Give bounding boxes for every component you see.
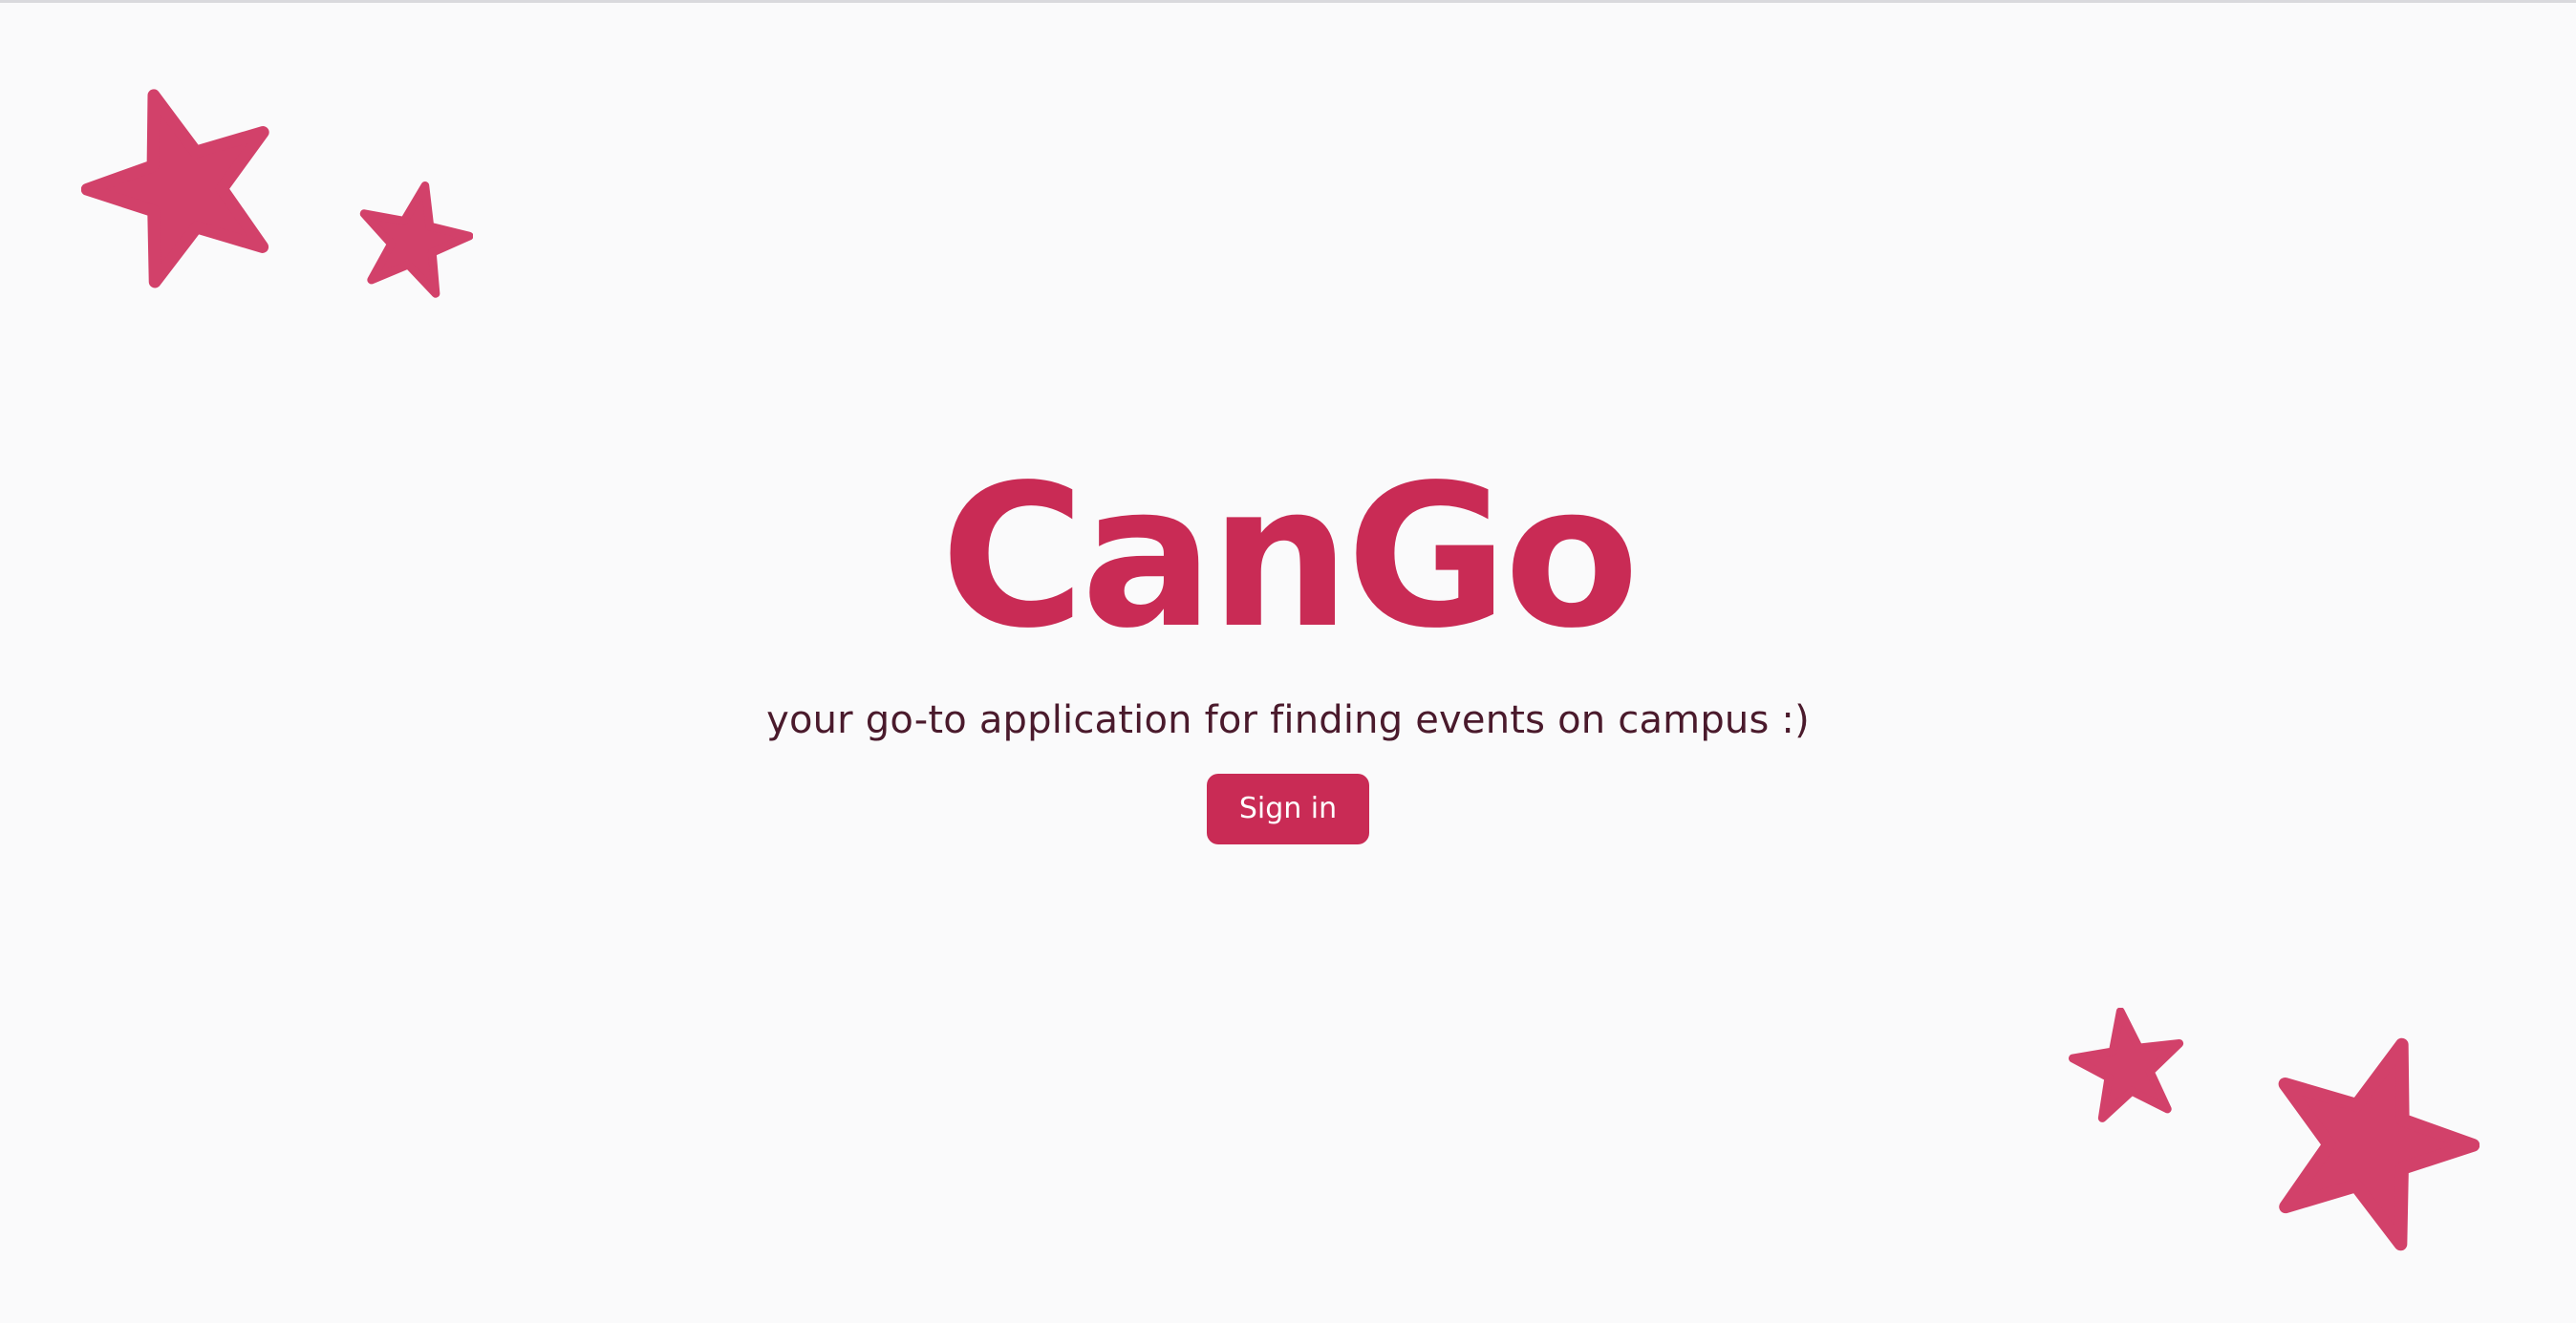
hero-section: CanGo your go-to application for finding…	[0, 459, 2576, 844]
star-icon-bottom-right-small	[2069, 1008, 2184, 1122]
star-icon-top-left-large	[81, 89, 269, 288]
app-logo-title: CanGo	[940, 442, 1639, 672]
top-divider	[0, 0, 2576, 3]
tagline: your go-to application for finding event…	[766, 698, 1810, 742]
star-icon-top-left-small	[359, 181, 473, 298]
sign-in-button[interactable]: Sign in	[1207, 774, 1369, 844]
star-icon-bottom-right-large	[2278, 1037, 2479, 1251]
